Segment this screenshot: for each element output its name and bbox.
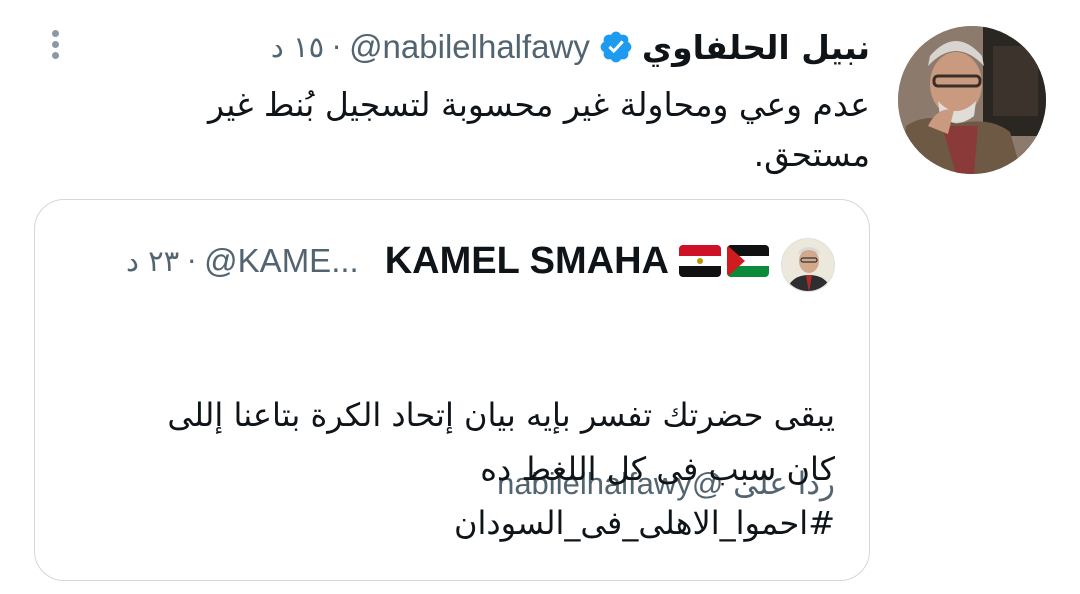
more-options-button[interactable] xyxy=(40,26,70,66)
more-vertical-icon-dot xyxy=(51,52,59,59)
egypt-flag-icon xyxy=(679,245,721,277)
author-avatar[interactable] xyxy=(898,26,1046,174)
tweet-timestamp[interactable]: ١٥ د xyxy=(271,30,324,64)
more-vertical-icon-dot xyxy=(51,41,59,48)
separator-dot: · xyxy=(332,30,342,64)
quoted-tweet-timestamp[interactable]: ٢٣ د xyxy=(126,244,179,278)
palestine-flag-icon xyxy=(727,245,769,277)
quoted-tweet-card[interactable]: KAMEL SMAHA @KAME... · ٢٣ د ردا على @nab… xyxy=(34,199,870,581)
author-display-name[interactable]: نبيل الحلفاوي xyxy=(642,28,870,67)
tweet[interactable]: نبيل الحلفاوي @nabilelhalfawy · ١٥ د عدم… xyxy=(0,0,1080,594)
verified-badge-icon xyxy=(598,29,634,65)
tweet-header: نبيل الحلفاوي @nabilelhalfawy · ١٥ د xyxy=(271,22,870,72)
flags-group xyxy=(679,245,769,277)
quoted-author-avatar[interactable] xyxy=(781,238,835,292)
hashtag-link[interactable]: #احموا_الاهلى_فى_السودان xyxy=(55,496,835,550)
quoted-author-display-name[interactable]: KAMEL SMAHA xyxy=(385,240,669,283)
quoted-author-handle[interactable]: @KAME... xyxy=(204,242,359,280)
quoted-tweet-text: يبقى حضرتك تفسر بإيه بيان إتحاد الكرة بت… xyxy=(55,388,835,550)
quoted-text-line: كان سبب فى كل اللغط ده xyxy=(480,450,835,488)
quoted-text-line: يبقى حضرتك تفسر بإيه بيان إتحاد الكرة بت… xyxy=(167,396,835,434)
tweet-text: عدم وعي ومحاولة غير محسوبة لتسجيل بُنط غ… xyxy=(207,85,870,174)
separator-dot: · xyxy=(187,244,197,278)
quoted-tweet-header: KAMEL SMAHA @KAME... · ٢٣ د xyxy=(126,234,769,288)
more-vertical-icon xyxy=(51,30,59,37)
author-handle[interactable]: @nabilelhalfawy xyxy=(349,28,590,66)
